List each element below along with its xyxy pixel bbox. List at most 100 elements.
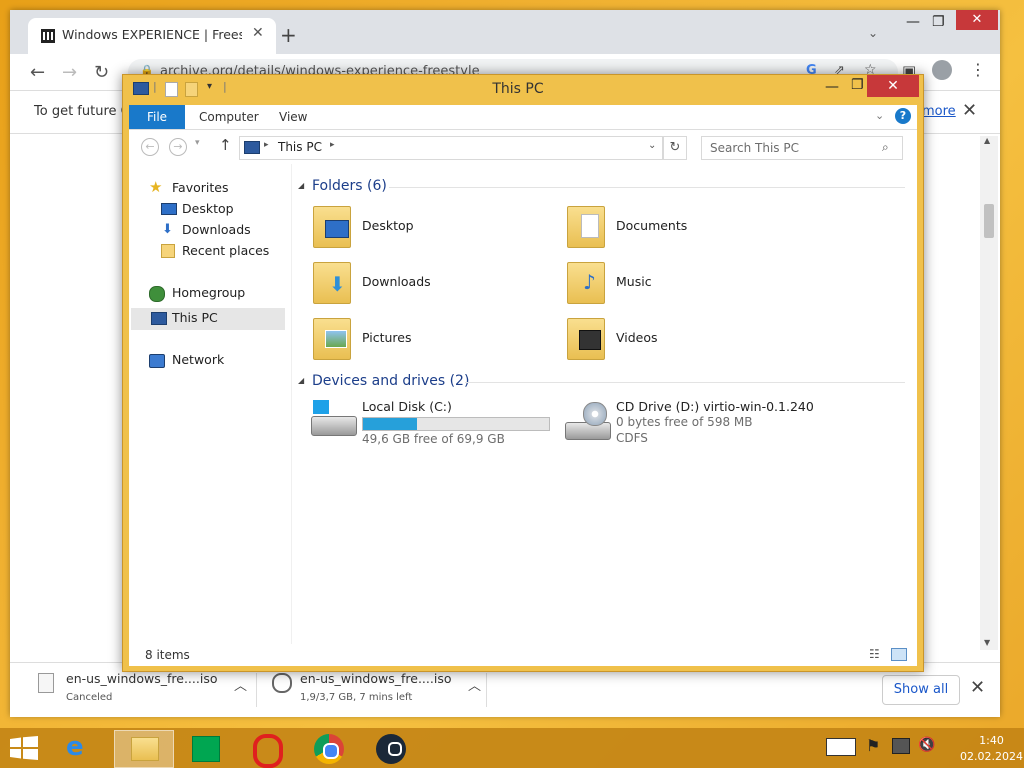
nav-network[interactable]: Network [172, 352, 224, 367]
action-center-flag-icon[interactable]: ⚑ [866, 736, 880, 755]
archive-favicon-icon [41, 29, 55, 43]
large-icons-view-icon[interactable] [891, 648, 907, 661]
info-bar-more-link[interactable]: more [922, 104, 956, 119]
browser-maximize-icon[interactable]: ❐ [932, 14, 945, 30]
nav-recent-places[interactable]: Recent places [182, 243, 269, 258]
address-dropdown-icon[interactable]: ⌄ [648, 140, 656, 151]
navigation-pane: ★ Favorites Desktop ⬇ Downloads Recent p… [129, 164, 291, 644]
drive-d-name: CD Drive (D:) virtio-win-0.1.240 [616, 399, 814, 414]
profile-avatar-icon[interactable] [932, 60, 952, 80]
tab-close-icon[interactable]: ✕ [252, 25, 264, 41]
volume-muted-icon[interactable]: 🔇 [918, 737, 935, 753]
folder-name: Desktop [362, 218, 414, 233]
tab-computer[interactable]: Computer [199, 110, 259, 124]
details-view-icon[interactable]: ☷ [869, 647, 880, 661]
recent-locations-icon[interactable]: ▾ [195, 138, 200, 148]
back-icon[interactable]: ← [141, 138, 159, 156]
nav-homegroup[interactable]: Homegroup [172, 285, 245, 300]
search-input[interactable]: Search This PC ⌕ [701, 136, 903, 160]
clock-time: 1:40 [979, 734, 1004, 747]
devices-header[interactable]: Devices and drives (2) [312, 373, 469, 389]
help-icon[interactable]: ? [895, 108, 911, 124]
downloads-close-icon[interactable]: ✕ [970, 677, 985, 698]
network-tray-icon[interactable] [892, 738, 910, 754]
touch-keyboard-icon[interactable] [826, 738, 856, 756]
folder-downloads[interactable]: ⬇ Downloads [309, 258, 549, 306]
steam-icon[interactable] [362, 730, 420, 766]
explorer-minimize-icon[interactable]: — [825, 79, 839, 95]
folder-name: Documents [616, 218, 688, 233]
breadcrumb-chevron-icon[interactable]: ▸ [330, 140, 335, 150]
reload-icon[interactable]: ↻ [94, 62, 109, 83]
ie-e-glyph: e [66, 732, 84, 762]
group-divider [389, 187, 905, 188]
start-windows-icon[interactable] [10, 736, 38, 760]
drive-c-free: 49,6 GB free of 69,9 GB [362, 432, 505, 446]
address-box[interactable]: ▸ This PC ▸ ⌄ [239, 136, 663, 160]
download-status: Canceled [66, 692, 113, 703]
drive-d-free: 0 bytes free of 598 MB [616, 415, 753, 429]
explorer-title-bar[interactable]: | ▾ | This PC — ❐ ✕ [123, 75, 923, 103]
nav-favorites[interactable]: Favorites [172, 180, 228, 195]
tab-view[interactable]: View [279, 110, 307, 124]
folder-desktop[interactable]: Desktop [309, 202, 549, 250]
forward-icon[interactable]: → [169, 138, 187, 156]
opera-icon[interactable] [238, 730, 296, 768]
breadcrumb[interactable]: This PC [278, 140, 322, 154]
nav-desktop[interactable]: Desktop [182, 201, 234, 216]
drive-usage-fill [363, 418, 417, 430]
folder-pictures[interactable]: Pictures [309, 314, 549, 362]
drive-c[interactable]: Local Disk (C:) 49,6 GB free of 69,9 GB [309, 398, 559, 448]
info-bar-close-icon[interactable]: ✕ [962, 100, 977, 121]
download-name: en-us_windows_fre....iso [300, 671, 452, 686]
pane-divider [291, 164, 292, 644]
explorer-close-icon[interactable]: ✕ [867, 75, 919, 97]
drive-usage-bar [362, 417, 550, 431]
breadcrumb-chevron-icon[interactable]: ▸ [264, 140, 269, 150]
refresh-icon[interactable]: ↻ [663, 136, 687, 160]
chevron-up-icon[interactable]: ︿ [468, 675, 481, 694]
store-bag-icon [192, 736, 220, 762]
steam-gear-icon [388, 742, 402, 756]
internet-explorer-icon[interactable]: e [52, 730, 110, 766]
browser-minimize-icon[interactable]: — [906, 14, 920, 30]
chevron-up-icon[interactable]: ︿ [234, 675, 247, 694]
picture-overlay-icon [325, 330, 347, 348]
back-arrow-icon[interactable]: ← [30, 62, 45, 83]
tab-file[interactable]: File [129, 105, 185, 129]
show-all-button[interactable]: Show all [882, 675, 960, 705]
scroll-up-icon[interactable]: ▲ [984, 136, 990, 145]
search-icon[interactable]: ⌕ [882, 140, 889, 155]
devices-collapse-icon[interactable]: ◢ [298, 376, 304, 385]
ribbon-expand-chevron-icon[interactable]: ⌄ [875, 109, 884, 122]
nav-downloads[interactable]: Downloads [182, 222, 251, 237]
page-scrollbar[interactable]: ▲ ▼ [980, 136, 998, 650]
forward-arrow-icon[interactable]: → [62, 62, 77, 83]
status-bar: 8 items ☷ [129, 644, 917, 666]
file-explorer-icon[interactable] [114, 730, 174, 768]
browser-menu-icon[interactable]: ⋮ [970, 60, 986, 79]
browser-close-icon[interactable]: ✕ [956, 10, 998, 30]
explorer-content: ★ Favorites Desktop ⬇ Downloads Recent p… [129, 164, 917, 644]
up-arrow-icon[interactable]: ↑ [219, 136, 232, 154]
store-icon[interactable] [176, 730, 234, 766]
music-note-icon: ♪ [583, 270, 596, 294]
folder-music[interactable]: ♪ Music [563, 258, 803, 306]
info-bar-text: To get future G [34, 104, 131, 119]
scroll-down-icon[interactable]: ▼ [984, 638, 990, 647]
scroll-thumb[interactable] [984, 204, 994, 238]
folders-collapse-icon[interactable]: ◢ [298, 181, 304, 190]
this-pc-icon [151, 312, 167, 325]
folder-videos[interactable]: Videos [563, 314, 803, 362]
folder-documents[interactable]: Documents [563, 202, 803, 250]
chrome-icon[interactable] [300, 730, 358, 766]
folders-header[interactable]: Folders (6) [312, 178, 387, 194]
browser-tab[interactable]: Windows EXPERIENCE | Freestyle ✕ [28, 18, 276, 54]
drive-d[interactable]: CD Drive (D:) virtio-win-0.1.240 0 bytes… [563, 398, 863, 458]
explorer-maximize-icon[interactable]: ❐ [851, 77, 864, 93]
nav-this-pc[interactable]: This PC [172, 310, 218, 325]
tab-search-chevron-icon[interactable]: ⌄ [868, 26, 878, 40]
clock[interactable]: 1:40 02.02.2024 [960, 734, 1023, 763]
new-tab-icon[interactable]: + [280, 23, 297, 47]
ribbon-tabs: File Computer View ⌄ ? [129, 105, 917, 130]
